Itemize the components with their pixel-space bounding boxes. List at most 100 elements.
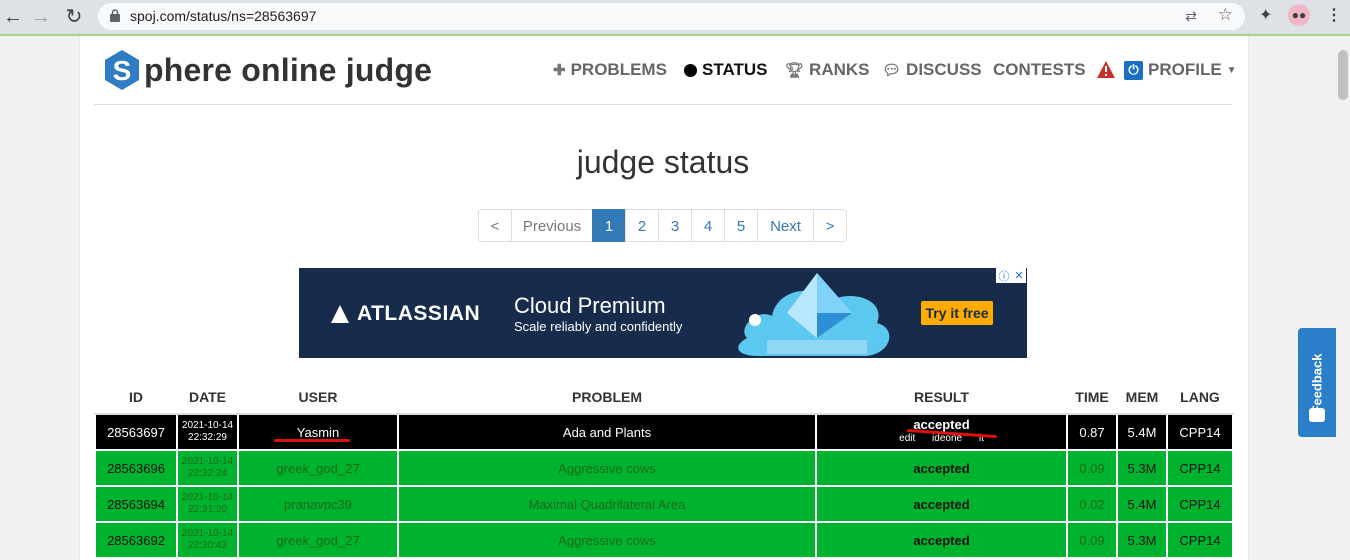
warning-icon[interactable] <box>1097 61 1115 78</box>
pager-next[interactable]: Next <box>757 209 814 242</box>
submission-date: 2021-10-14 22:32:29 <box>176 413 239 451</box>
result-text: accepted <box>913 416 970 432</box>
status-table: ID DATE USER PROBLEM RESULT TIME MEM LAN… <box>94 380 1234 559</box>
ad-cta-button[interactable]: Try it free <box>921 301 993 325</box>
menu-ranks-label: RANKS <box>809 60 870 79</box>
ad-brand-label: ATLASSIAN <box>357 302 481 325</box>
submission-lang: CPP14 <box>1166 449 1234 487</box>
ad-banner[interactable]: ATLASSIAN Cloud Premium Scale reliably a… <box>299 268 1027 358</box>
submission-mem: 5.4M <box>1116 413 1168 451</box>
submission-mem: 5.3M <box>1116 449 1168 487</box>
col-header-mem[interactable]: MEM <box>1117 380 1167 415</box>
submission-mem: 5.4M <box>1116 485 1168 523</box>
atlassian-logo-icon <box>331 305 349 323</box>
pager-page-4[interactable]: 4 <box>691 209 725 242</box>
menu-discuss-label: DISCUSS <box>906 60 982 79</box>
profile-avatar-icon[interactable]: ●● <box>1288 4 1310 26</box>
submission-user[interactable]: greek_god_27 <box>237 521 399 559</box>
browser-toolbar: ← → ↻ spoj.com/status/ns=28563697 ⇄ ☆ ✦ … <box>0 0 1350 34</box>
ad-headline: Cloud Premium <box>514 293 666 318</box>
menu-contests-label: CONTESTS <box>993 60 1086 79</box>
submission-time: 0.02 <box>1066 485 1118 523</box>
menu-problems[interactable]: ✚ PROBLEMS <box>553 60 667 80</box>
pager-first[interactable]: < <box>478 209 512 242</box>
col-header-date[interactable]: DATE <box>177 380 238 415</box>
table-header-row: ID DATE USER PROBLEM RESULT TIME MEM LAN… <box>95 380 1233 415</box>
submission-problem[interactable]: Ada and Plants <box>397 413 817 451</box>
pager-last[interactable]: > <box>813 209 847 242</box>
pager-page-1[interactable]: 1 <box>592 209 626 242</box>
submission-result: accepted <box>815 521 1068 559</box>
submission-user[interactable]: Yasmin <box>237 413 399 451</box>
menu-ranks[interactable]: 🏆︎ RANKS <box>785 60 870 80</box>
menu-profile-label: PROFILE <box>1148 60 1222 79</box>
submission-user[interactable]: pranavpc39 <box>237 485 399 523</box>
reload-icon[interactable]: ↻ <box>61 4 87 30</box>
date-text: 2021-10-14 <box>181 492 234 503</box>
pager-page-5[interactable]: 5 <box>724 209 758 242</box>
table-row: 28563697 2021-10-14 22:32:29 Yasmin Ada a… <box>94 413 1234 451</box>
time-of-day-text: 22:32:29 <box>188 432 227 443</box>
submission-date: 2021-10-14 22:30:43 <box>176 521 239 559</box>
adchoices-icon[interactable]: ⓘ ✕ <box>996 268 1026 283</box>
forward-icon[interactable]: → <box>28 4 54 30</box>
svg-text:S: S <box>113 55 132 86</box>
bookmark-star-icon[interactable]: ☆ <box>1218 5 1233 25</box>
submission-lang: CPP14 <box>1166 485 1234 523</box>
col-header-id[interactable]: ID <box>95 380 177 415</box>
menu-profile[interactable]: ⏻ PROFILE ▼ <box>1124 60 1237 80</box>
submission-id[interactable]: 28563692 <box>94 521 178 559</box>
time-of-day-text: 22:31:20 <box>188 504 227 515</box>
menu-status[interactable]: STATUS <box>684 60 767 80</box>
submission-mem: 5.3M <box>1116 521 1168 559</box>
lock-icon <box>110 9 120 22</box>
submission-lang: CPP14 <box>1166 413 1234 451</box>
col-header-lang[interactable]: LANG <box>1167 380 1233 415</box>
date-text: 2021-10-14 <box>181 456 234 467</box>
cloud-illustration-icon <box>738 273 890 356</box>
url-text: spoj.com/status/ns=28563697 <box>130 8 317 24</box>
header-divider <box>94 104 1232 105</box>
table-row: 28563696 2021-10-14 22:32:24 greek_god_27… <box>94 449 1234 487</box>
address-bar[interactable]: spoj.com/status/ns=28563697 ⇄ ☆ <box>98 3 1245 30</box>
translate-icon[interactable]: ⇄ <box>1185 8 1197 25</box>
feedback-label: Feedback <box>1309 353 1325 414</box>
submission-time: 0.09 <box>1066 521 1118 559</box>
submission-result: accepted <box>815 449 1068 487</box>
col-header-result[interactable]: RESULT <box>816 380 1067 415</box>
ad-subline: Scale reliably and confidently <box>514 319 683 334</box>
user-link[interactable]: Yasmin <box>297 425 339 440</box>
scrollbar[interactable] <box>1336 36 1350 560</box>
menu-discuss[interactable]: 💬︎ DISCUSS <box>882 60 982 80</box>
power-icon: ⏻ <box>1124 60 1143 80</box>
col-header-problem[interactable]: PROBLEM <box>398 380 816 415</box>
status-dot-icon <box>684 63 697 77</box>
pagination: < Previous 1 2 3 4 5 Next > <box>478 209 847 242</box>
scrollbar-thumb[interactable] <box>1338 50 1348 100</box>
puzzle-icon: ✚ <box>553 62 566 79</box>
menu-problems-label: PROBLEMS <box>570 60 667 79</box>
menu-status-label: STATUS <box>702 60 768 79</box>
submission-id[interactable]: 28563694 <box>94 485 178 523</box>
submission-id[interactable]: 28563696 <box>94 449 178 487</box>
submission-time: 0.87 <box>1066 413 1118 451</box>
trophy-icon: 🏆︎ <box>785 62 805 79</box>
date-text: 2021-10-14 <box>181 420 234 431</box>
submission-problem[interactable]: Aggressive cows <box>397 449 817 487</box>
submission-id[interactable]: 28563697 <box>94 413 178 451</box>
feedback-tab[interactable]: Feedback <box>1298 328 1336 437</box>
pager-page-2[interactable]: 2 <box>625 209 659 242</box>
back-icon[interactable]: ← <box>0 4 26 30</box>
menu-contests[interactable]: CONTESTS <box>993 60 1086 80</box>
extensions-icon[interactable]: ✦ <box>1259 5 1272 25</box>
submission-user[interactable]: greek_god_27 <box>237 449 399 487</box>
submission-result: accepted <box>815 485 1068 523</box>
pager-page-3[interactable]: 3 <box>658 209 692 242</box>
logo-text: phere online judge <box>144 52 433 88</box>
submission-problem[interactable]: Maximal Quadrilateral Area <box>397 485 817 523</box>
browser-menu-icon[interactable]: ⋮ <box>1326 5 1342 25</box>
pager-previous[interactable]: Previous <box>511 209 593 242</box>
col-header-user[interactable]: USER <box>238 380 398 415</box>
col-header-time[interactable]: TIME <box>1067 380 1117 415</box>
submission-problem[interactable]: Aggressive cows <box>397 521 817 559</box>
